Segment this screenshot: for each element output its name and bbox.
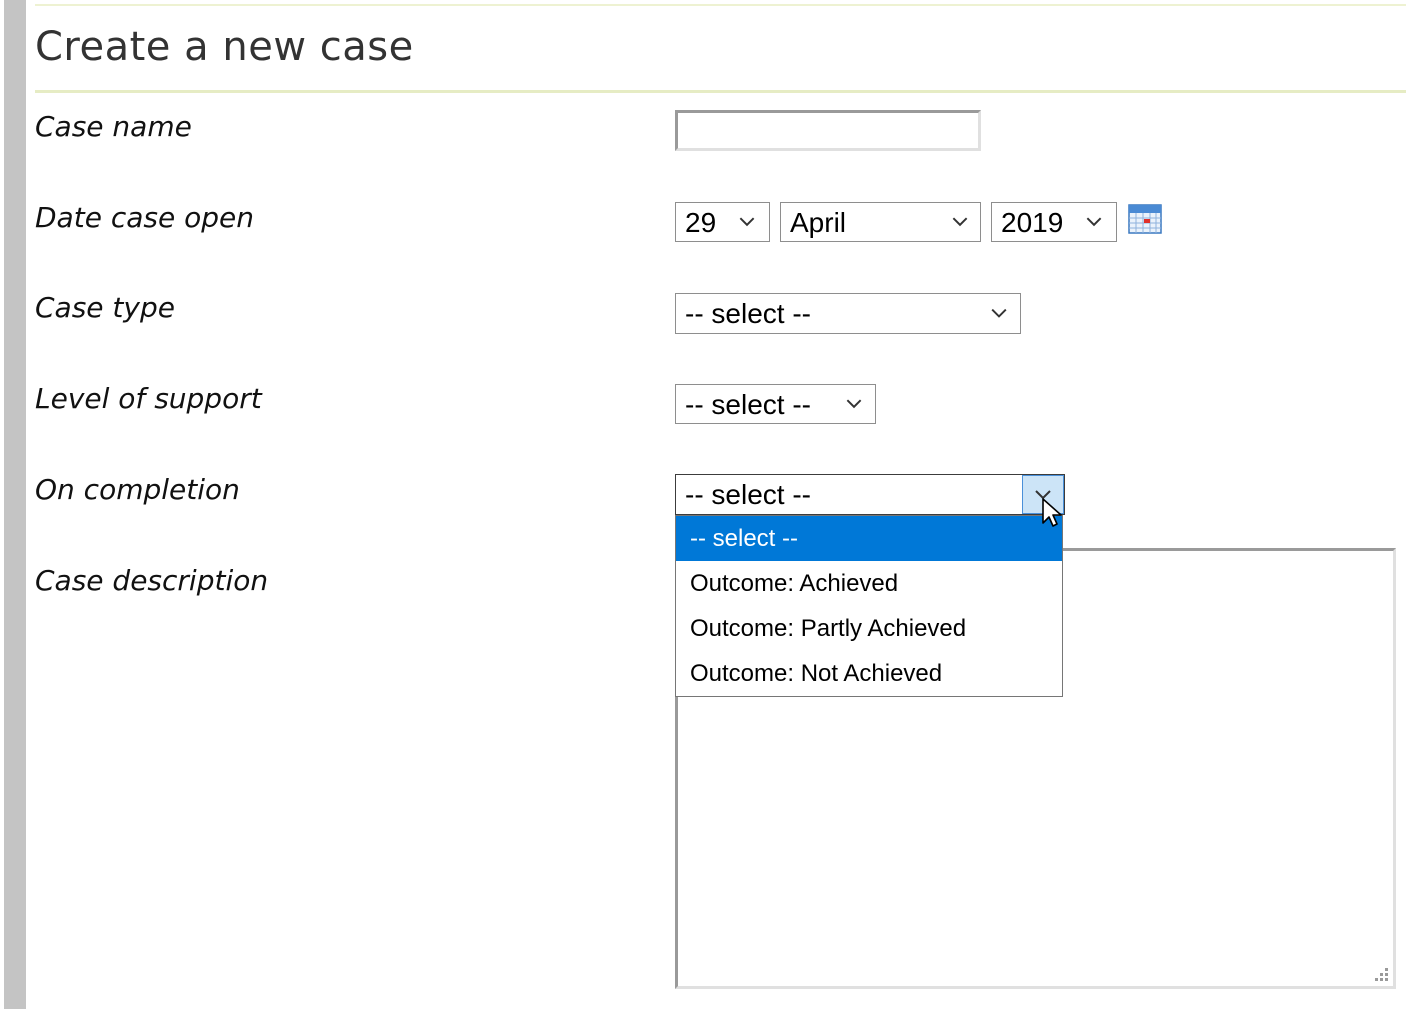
day-select-value: 29 [685, 207, 717, 238]
chevron-down-icon [846, 399, 862, 409]
option-select[interactable]: -- select -- [676, 516, 1062, 561]
option-outcome-achieved[interactable]: Outcome: Achieved [676, 561, 1062, 606]
chevron-down-icon [991, 308, 1007, 318]
date-case-open-label: Date case open [35, 201, 254, 234]
case-name-input[interactable] [675, 110, 981, 151]
level-of-support-select[interactable]: -- select -- [675, 384, 876, 424]
on-completion-options-list: -- select -- Outcome: Achieved Outcome: … [675, 515, 1063, 697]
chevron-down-icon [952, 217, 968, 227]
chevron-down-icon [739, 217, 755, 227]
day-select[interactable]: 29 [675, 202, 770, 242]
on-completion-select[interactable]: -- select -- [675, 474, 1065, 515]
level-of-support-select-value: -- select -- [685, 389, 811, 420]
case-type-select[interactable]: -- select -- [675, 293, 1021, 334]
case-name-label: Case name [35, 110, 192, 143]
mouse-cursor-icon [1042, 498, 1062, 527]
calendar-icon[interactable] [1128, 203, 1162, 235]
year-select-value: 2019 [1001, 207, 1064, 238]
level-of-support-label: Level of support [35, 382, 262, 415]
case-description-label: Case description [35, 564, 269, 597]
page-title: Create a new case [35, 24, 414, 70]
left-sidebar-strip [4, 0, 26, 1009]
on-completion-select-value: -- select -- [685, 479, 811, 510]
month-select-value: April [790, 207, 847, 238]
on-completion-label: On completion [35, 473, 240, 506]
top-divider [35, 4, 1406, 6]
month-select[interactable]: April [780, 202, 981, 242]
chevron-down-icon [1086, 217, 1102, 227]
option-outcome-partly-achieved[interactable]: Outcome: Partly Achieved [676, 606, 1062, 651]
case-type-label: Case type [35, 291, 175, 324]
title-divider [35, 90, 1406, 93]
option-outcome-not-achieved[interactable]: Outcome: Not Achieved [676, 651, 1062, 696]
resize-grip-icon[interactable] [1373, 966, 1389, 982]
case-type-select-value: -- select -- [685, 298, 811, 329]
year-select[interactable]: 2019 [991, 202, 1117, 242]
